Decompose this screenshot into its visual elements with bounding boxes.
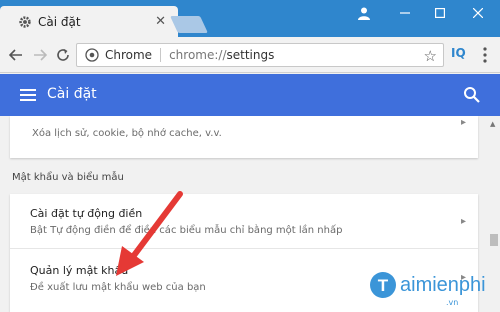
- hamburger-menu-icon[interactable]: [20, 88, 36, 102]
- tab-title: Cài đặt: [38, 14, 81, 29]
- user-icon[interactable]: [357, 6, 371, 20]
- url-scheme: chrome://: [169, 48, 227, 62]
- settings-header: Cài đặt: [0, 74, 500, 116]
- manage-passwords-desc: Đề xuất lưu mật khẩu web của bạn: [30, 282, 206, 293]
- maximize-icon[interactable]: [420, 2, 460, 24]
- minimize-icon[interactable]: [385, 2, 425, 24]
- menu-icon[interactable]: [480, 46, 490, 64]
- scroll-thumb[interactable]: [490, 234, 498, 246]
- extension-iq-button[interactable]: IQ: [451, 46, 466, 60]
- watermark: T aimienphi: [368, 270, 486, 300]
- svg-text:T: T: [378, 276, 389, 295]
- clear-browsing-desc: Xóa lịch sử, cookie, bộ nhớ cache, v.v.: [32, 128, 222, 139]
- annotation-arrow-icon: [116, 191, 183, 276]
- chevron-right-icon: ▸: [460, 117, 466, 128]
- url-text: chrome://settings: [169, 48, 274, 62]
- watermark-brand: aimienphi: [400, 273, 486, 296]
- tab-strip: Cài đặt ✕: [0, 0, 500, 37]
- tab-settings[interactable]: Cài đặt ✕: [0, 6, 178, 37]
- page-title: Cài đặt: [47, 86, 97, 102]
- list-item-autofill[interactable]: Cài đặt tự động điền Bật Tự động điền để…: [10, 194, 478, 248]
- site-name: Chrome: [105, 48, 153, 62]
- scroll-up-icon[interactable]: ▲: [490, 120, 495, 128]
- clear-browsing-card[interactable]: Xóa lịch sử, cookie, bộ nhớ cache, v.v. …: [10, 116, 478, 158]
- watermark-suffix: .vn: [446, 298, 459, 307]
- close-icon[interactable]: ✕: [155, 14, 166, 29]
- section-label-passwords: Mật khẩu và biểu mẫu: [12, 172, 124, 183]
- window-close-icon[interactable]: [458, 2, 498, 24]
- star-icon[interactable]: ☆: [424, 47, 437, 65]
- forward-icon[interactable]: [30, 45, 50, 65]
- row-divider: [10, 248, 478, 249]
- address-bar[interactable]: Chrome chrome://settings ☆: [76, 43, 444, 67]
- watermark-logo-icon: T: [370, 272, 396, 298]
- browser-toolbar: Chrome chrome://settings ☆ IQ: [0, 37, 500, 73]
- reload-icon[interactable]: [53, 45, 73, 65]
- search-icon[interactable]: [463, 86, 481, 104]
- url-path: settings: [226, 48, 275, 62]
- omnibox-separator: [160, 48, 162, 62]
- chrome-site-icon: [85, 48, 99, 62]
- gear-icon: [19, 15, 31, 28]
- scrollbar[interactable]: ▲: [488, 116, 500, 312]
- chevron-right-icon: ▸: [460, 216, 466, 227]
- back-icon[interactable]: [6, 45, 26, 65]
